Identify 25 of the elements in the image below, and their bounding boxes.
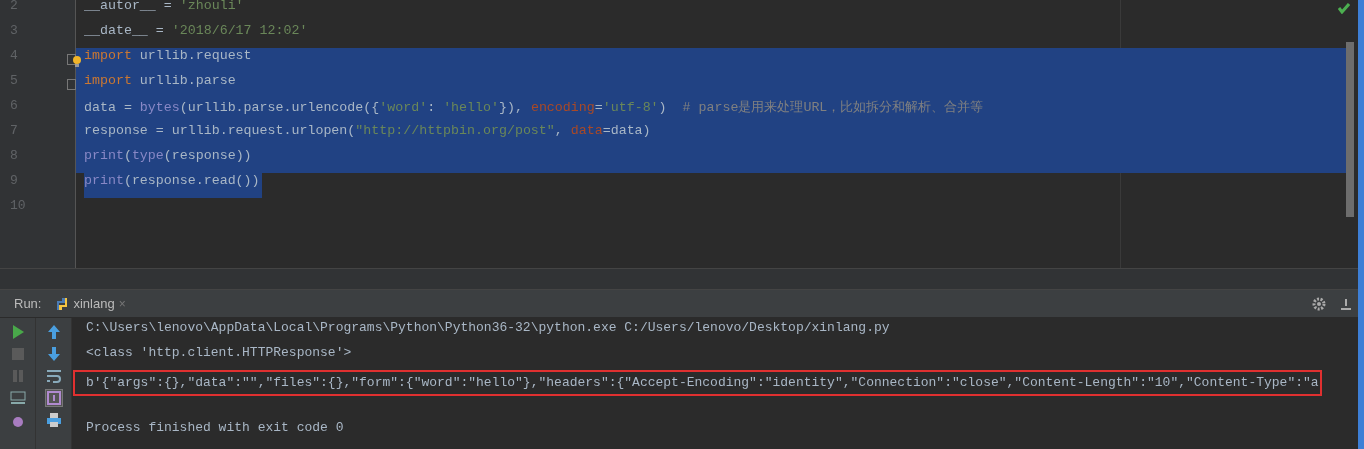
code-line: __autor__ = 'zhouli': [84, 0, 244, 13]
code-line: response = urllib.request.urlopen("http://httpbin.org/post", data=data): [84, 123, 651, 138]
code-line: import urllib.parse: [84, 73, 236, 88]
code-line: import urllib.request: [84, 48, 252, 63]
output-line: <class 'http.client.HTTPResponse'>: [86, 345, 352, 360]
exit-status-line: Process finished with exit code 0: [86, 420, 344, 435]
up-arrow-icon[interactable]: [45, 324, 62, 340]
layout-icon[interactable]: [9, 390, 26, 406]
fold-icon[interactable]: [67, 79, 76, 90]
soft-wrap-icon[interactable]: [45, 368, 62, 384]
command-line: C:\Users\lenovo\AppData\Local\Programs\Python\Python36-32\python.exe C:/Users/lenovo/Desktop/xinlang.py: [86, 320, 890, 335]
run-tab[interactable]: xinlang ×: [55, 296, 126, 311]
hide-icon[interactable]: [1340, 297, 1352, 310]
code-line: __date__ = '2018/6/17 12:02': [84, 23, 308, 38]
print-icon[interactable]: [45, 412, 62, 428]
settings-icon[interactable]: [1312, 296, 1326, 311]
check-icon: [1338, 2, 1350, 14]
python-icon: [55, 296, 70, 311]
down-arrow-icon[interactable]: [45, 346, 62, 362]
code-line: data = bytes(urllib.parse.urlencode({'word': 'hello'}), encoding='utf-8') # parse是用来处理URL，比如拆分和解析、合并等: [84, 100, 984, 115]
lightbulb-icon[interactable]: [72, 55, 82, 67]
scroll-to-end-icon[interactable]: [45, 390, 62, 406]
code-line: print(type(response)): [84, 148, 252, 163]
scrollbar[interactable]: [1346, 42, 1354, 217]
run-label: Run:: [14, 296, 42, 311]
